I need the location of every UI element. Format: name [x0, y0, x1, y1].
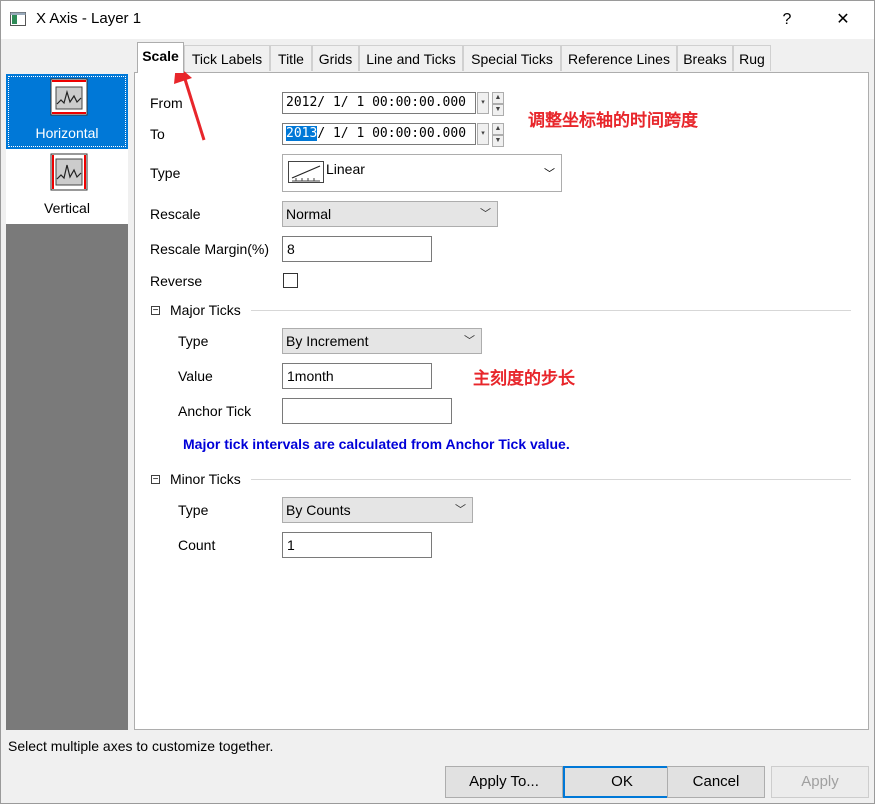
major-step-annotation: 主刻度的步长 [473, 369, 575, 388]
status-text: Select multiple axes to customize togeth… [8, 738, 274, 754]
chevron-down-icon: ﹀ [464, 335, 475, 347]
help-button[interactable]: ? [764, 1, 810, 39]
tab-reference-lines[interactable]: Reference Lines [561, 45, 677, 71]
major-value-field[interactable]: 1month [282, 363, 432, 389]
to-datetime-field[interactable]: 2013/ 1/ 1 00:00:00.000 [282, 123, 476, 145]
anchor-tick-field[interactable] [282, 398, 452, 424]
tab-title[interactable]: Title [270, 45, 312, 71]
major-type-dropdown[interactable]: By Increment ﹀ [282, 328, 482, 354]
chevron-down-icon: ﹀ [455, 504, 466, 516]
to-spinner[interactable]: ▲ ▼ [492, 123, 504, 147]
minor-count-field[interactable]: 1 [282, 532, 432, 558]
time-span-annotation: 调整坐标轴的时间跨度 [528, 111, 698, 130]
from-spin-dropdown[interactable]: ▾ [477, 92, 489, 114]
collapse-icon[interactable]: − [151, 475, 160, 485]
type-label: Type [150, 165, 181, 181]
close-button[interactable]: ✕ [820, 1, 866, 39]
vertical-axis-icon [50, 153, 88, 191]
minor-type-value: By Counts [286, 502, 351, 518]
minor-count-label: Count [178, 537, 216, 553]
minor-type-label: Type [178, 502, 209, 518]
window-title: X Axis - Layer 1 [36, 10, 142, 27]
tab-scale[interactable]: Scale [137, 42, 184, 73]
ok-button[interactable]: OK [563, 766, 681, 798]
minor-type-dropdown[interactable]: By Counts ﹀ [282, 497, 473, 523]
apply-button[interactable]: Apply [771, 766, 869, 798]
rescale-margin-label: Rescale Margin(%) [150, 241, 270, 257]
scale-type-value: Linear [326, 161, 365, 177]
sidebar-item-label: Vertical [44, 200, 90, 216]
tab-breaks[interactable]: Breaks [677, 45, 733, 71]
tab-special-ticks[interactable]: Special Ticks [463, 45, 561, 71]
sidebar-item-label: Horizontal [35, 125, 99, 141]
to-datetime-rest: / 1/ 1 00:00:00.000 [317, 126, 467, 141]
section-divider [251, 479, 851, 480]
collapse-icon[interactable]: − [151, 306, 160, 316]
section-divider [251, 310, 851, 311]
rescale-margin-field[interactable]: 8 [282, 236, 432, 262]
minor-ticks-header: Minor Ticks [170, 471, 241, 487]
window-app-icon [10, 12, 26, 26]
anchor-tick-label: Anchor Tick [178, 403, 252, 419]
reverse-checkbox[interactable] [283, 273, 298, 288]
sidebar-item-horizontal[interactable]: Horizontal [6, 74, 128, 149]
rescale-dropdown[interactable]: Normal ﹀ [282, 201, 498, 227]
tab-rug[interactable]: Rug [733, 45, 771, 71]
sidebar-item-vertical[interactable]: Vertical [6, 149, 128, 224]
reverse-label: Reverse [150, 273, 203, 289]
rescale-label: Rescale [150, 206, 201, 222]
tab-line-and-ticks[interactable]: Line and Ticks [359, 45, 463, 71]
tab-grids[interactable]: Grids [312, 45, 359, 71]
from-spinner[interactable]: ▲ ▼ [492, 92, 504, 116]
major-type-label: Type [178, 333, 209, 349]
chevron-down-icon: ﹀ [480, 208, 491, 220]
axis-sidebar: Horizontal Vertical [6, 74, 128, 730]
horizontal-axis-icon [50, 78, 88, 116]
major-ticks-header: Major Ticks [170, 302, 241, 318]
linear-scale-icon [288, 161, 324, 183]
to-selected-year: 2013 [286, 126, 318, 141]
major-value-label: Value [178, 368, 213, 384]
major-tick-note: Major tick intervals are calculated from… [183, 436, 570, 452]
scale-type-dropdown[interactable]: Linear ﹀ [282, 154, 562, 192]
apply-to-button[interactable]: Apply To... [445, 766, 563, 798]
to-spin-dropdown[interactable]: ▾ [477, 123, 489, 145]
major-type-value: By Increment [286, 333, 369, 349]
rescale-value: Normal [286, 206, 332, 222]
from-datetime-field[interactable]: 2012/ 1/ 1 00:00:00.000 [282, 92, 476, 114]
to-label: To [150, 126, 165, 142]
cancel-button[interactable]: Cancel [667, 766, 765, 798]
chevron-down-icon: ﹀ [544, 168, 555, 180]
